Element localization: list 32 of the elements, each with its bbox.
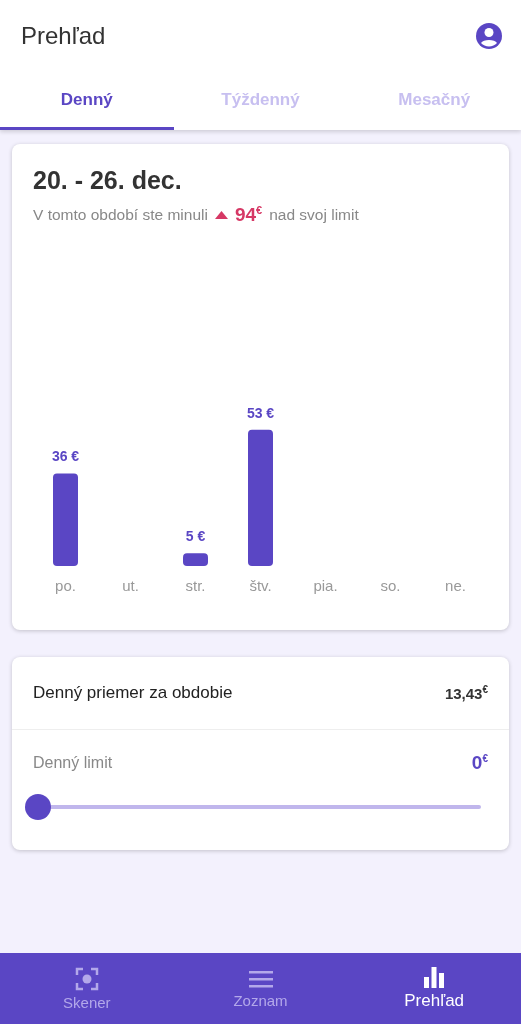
- average-value: 13,43$^{€}$: [444, 684, 488, 703]
- axis-label: pia.: [313, 577, 338, 595]
- up-triangle-icon: [214, 211, 228, 220]
- scanner-icon: [74, 966, 99, 991]
- bar-value-label: 53 €: [246, 405, 275, 422]
- chart-bar: [183, 553, 208, 567]
- axis-label: str.: [185, 577, 206, 595]
- menu-icon: [248, 968, 273, 989]
- axis-label: so.: [380, 577, 401, 595]
- nav-item[interactable]: Prehľad: [347, 953, 521, 1024]
- nav-item[interactable]: Zoznam: [173, 953, 348, 1024]
- axis-label: po.: [55, 577, 76, 595]
- over-limit-amount: 94$^{€}$: [234, 204, 263, 227]
- axis-label: ne.: [445, 577, 466, 595]
- limit-value: 0$^{€}$: [471, 752, 488, 775]
- axis-label: ut.: [122, 577, 139, 595]
- bar-chart-icon: [423, 966, 446, 988]
- period-title: 20. - 26. dec.: [33, 166, 183, 195]
- app-title: Prehľad: [21, 22, 106, 50]
- account-icon[interactable]: [475, 22, 503, 50]
- tab[interactable]: Mesačný: [347, 72, 521, 130]
- limit-label: Denný limit: [33, 754, 113, 773]
- bar-value-label: 36 €: [51, 448, 80, 465]
- tab[interactable]: Týždenný: [173, 72, 348, 130]
- slider-thumb[interactable]: [25, 794, 51, 821]
- tab[interactable]: Denný: [0, 72, 174, 130]
- limit-text: nad svoj limit: [269, 206, 359, 225]
- spent-text: V tomto období ste minuli: [33, 206, 208, 225]
- axis-label: štv.: [249, 577, 272, 595]
- average-label: Denný priemer za obdobie: [33, 683, 233, 704]
- nav-item[interactable]: Skener: [0, 953, 174, 1024]
- bar-value-label: 5 €: [185, 528, 206, 545]
